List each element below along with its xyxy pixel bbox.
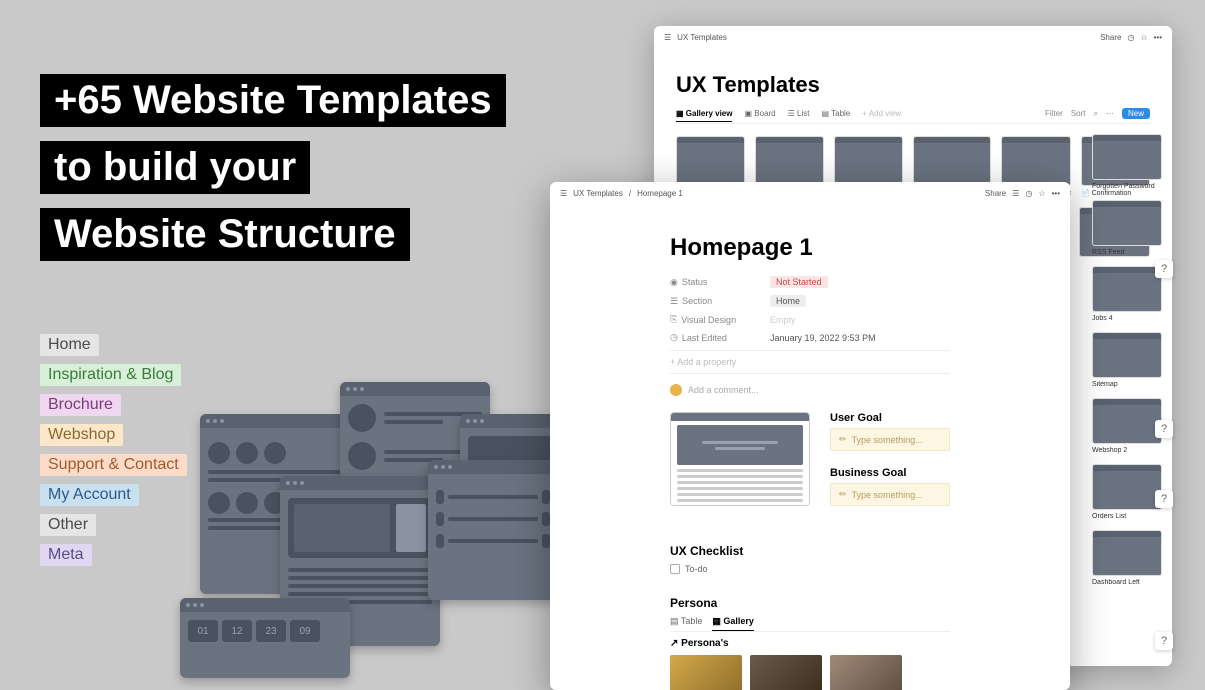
gallery-card[interactable]: Jobs 4 [1092, 266, 1162, 322]
persona-link[interactable]: ↗ Persona's [670, 638, 950, 649]
more-icon[interactable]: ⋯ [1106, 109, 1114, 118]
section-badge[interactable]: Home [770, 295, 806, 307]
clock-icon[interactable]: ◷ [1127, 33, 1134, 42]
add-view[interactable]: + Add view [862, 109, 901, 118]
tab-gallery[interactable]: ▦ Gallery view [676, 109, 732, 122]
property-row[interactable]: ⎘Visual Design Empty [670, 314, 950, 325]
persona-heading: Persona [670, 596, 950, 610]
page-title: UX Templates [676, 72, 1150, 98]
user-goal-input[interactable]: Type something... [830, 428, 950, 451]
tab-gallery[interactable]: ▦ Gallery [712, 616, 754, 631]
wireframe-card [280, 476, 440, 646]
category-tag[interactable]: Meta [40, 544, 92, 566]
checkbox-icon[interactable] [670, 564, 680, 574]
business-goal-input[interactable]: Type something... [830, 483, 950, 506]
headline-line-1: +65 Website Templates [40, 74, 506, 127]
window-toolbar: ☰ UX Templates Share ◷ ☆ ••• [654, 26, 1172, 48]
property-row[interactable]: ☰Section Home [670, 295, 950, 307]
category-tag[interactable]: Webshop [40, 424, 123, 446]
empty-value: Empty [770, 315, 796, 325]
menu-icon[interactable]: ☰ [560, 189, 567, 198]
sort-button[interactable]: Sort [1071, 109, 1086, 118]
comment-icon[interactable]: ☰ [1012, 189, 1019, 198]
help-icon[interactable]: ? [1155, 632, 1173, 650]
category-tag[interactable]: Inspiration & Blog [40, 364, 181, 386]
todo-item[interactable]: To-do [670, 564, 950, 574]
gallery-side-column: Forgotten Password RSS Feed Jobs 4 Sitemap W… [1092, 134, 1162, 586]
file-icon: ⎘ [670, 314, 677, 325]
headline-block: +65 Website Templates to build your Webs… [40, 74, 506, 275]
new-button[interactable]: New [1122, 108, 1150, 119]
share-button[interactable]: Share [985, 189, 1006, 198]
more-icon[interactable]: ••• [1052, 189, 1060, 198]
avatar [670, 384, 682, 396]
search-icon[interactable]: ⌕ [1094, 109, 1098, 119]
tab-table[interactable]: ▤ Table [670, 616, 702, 631]
add-property-button[interactable]: + Add a property [670, 350, 950, 374]
breadcrumb[interactable]: UX Templates [677, 33, 727, 42]
persona-image[interactable] [750, 655, 822, 690]
headline-line-2: to build your [40, 141, 310, 194]
wireframe-card: 01 12 23 09 [180, 598, 350, 678]
add-comment[interactable]: Add a comment... [670, 384, 950, 396]
property-row[interactable]: ◉Status Not Started [670, 276, 950, 288]
window-toolbar: ☰ UX Templates / Homepage 1 Share ☰ ◷ ☆ … [550, 182, 1070, 204]
clock-icon[interactable]: ◷ [1025, 189, 1032, 198]
tab-list[interactable]: ☰ List [788, 109, 810, 118]
headline-line-3: Website Structure [40, 208, 410, 261]
gallery-card[interactable]: Forgotten Password [1092, 134, 1162, 190]
wireframe-card [428, 460, 558, 600]
more-icon[interactable]: ••• [1154, 33, 1162, 42]
persona-image[interactable] [830, 655, 902, 690]
share-button[interactable]: Share [1100, 33, 1121, 42]
category-tag[interactable]: My Account [40, 484, 139, 506]
user-goal-label: User Goal [830, 412, 950, 424]
gallery-card[interactable]: Webshop 2 [1092, 398, 1162, 454]
notion-window-page: ☰ UX Templates / Homepage 1 Share ☰ ◷ ☆ … [550, 182, 1070, 690]
business-goal-label: Business Goal [830, 467, 950, 479]
wireframe-card [200, 414, 350, 594]
category-tag[interactable]: Support & Contact [40, 454, 187, 476]
category-tag[interactable]: Other [40, 514, 96, 536]
gallery-card[interactable]: Orders List [1092, 464, 1162, 520]
star-icon[interactable]: ☆ [1038, 189, 1045, 198]
view-tabs: ▦ Gallery view ▣ Board ☰ List ▤ Table + … [676, 108, 1150, 124]
status-badge[interactable]: Not Started [770, 276, 828, 288]
tab-table[interactable]: ▤ Table [821, 109, 850, 118]
ux-checklist-heading: UX Checklist [670, 544, 950, 558]
section-icon: ☰ [670, 296, 678, 307]
persona-gallery [670, 655, 950, 690]
tab-board[interactable]: ▣ Board [744, 109, 775, 118]
help-icon[interactable]: ? [1155, 420, 1173, 438]
category-tag[interactable]: Home [40, 334, 99, 356]
help-icon[interactable]: ? [1155, 260, 1173, 278]
wireframe-card [340, 382, 490, 532]
persona-tabs: ▤ Table ▦ Gallery [670, 616, 950, 632]
status-icon: ◉ [670, 277, 678, 288]
last-edited-value: January 19, 2022 9:53 PM [770, 333, 876, 343]
page-title: Homepage 1 [670, 234, 950, 262]
gallery-card[interactable]: RSS Feed [1092, 200, 1162, 256]
breadcrumb[interactable]: UX Templates [573, 189, 623, 198]
persona-image[interactable] [670, 655, 742, 690]
breadcrumb[interactable]: Homepage 1 [637, 189, 683, 198]
category-tag[interactable]: Brochure [40, 394, 121, 416]
help-icon[interactable]: ? [1155, 490, 1173, 508]
gallery-card[interactable]: Dashboard Left [1092, 530, 1162, 586]
menu-icon[interactable]: ☰ [664, 33, 671, 42]
filter-button[interactable]: Filter [1045, 109, 1063, 118]
gallery-card[interactable]: Sitemap [1092, 332, 1162, 388]
clock-icon: ◷ [670, 332, 678, 343]
wireframe-preview [670, 412, 810, 522]
property-row[interactable]: ◷Last Edited January 19, 2022 9:53 PM [670, 332, 950, 343]
category-tags: Home Inspiration & Blog Brochure Webshop Sup… [40, 334, 187, 566]
star-icon[interactable]: ☆ [1140, 33, 1147, 42]
